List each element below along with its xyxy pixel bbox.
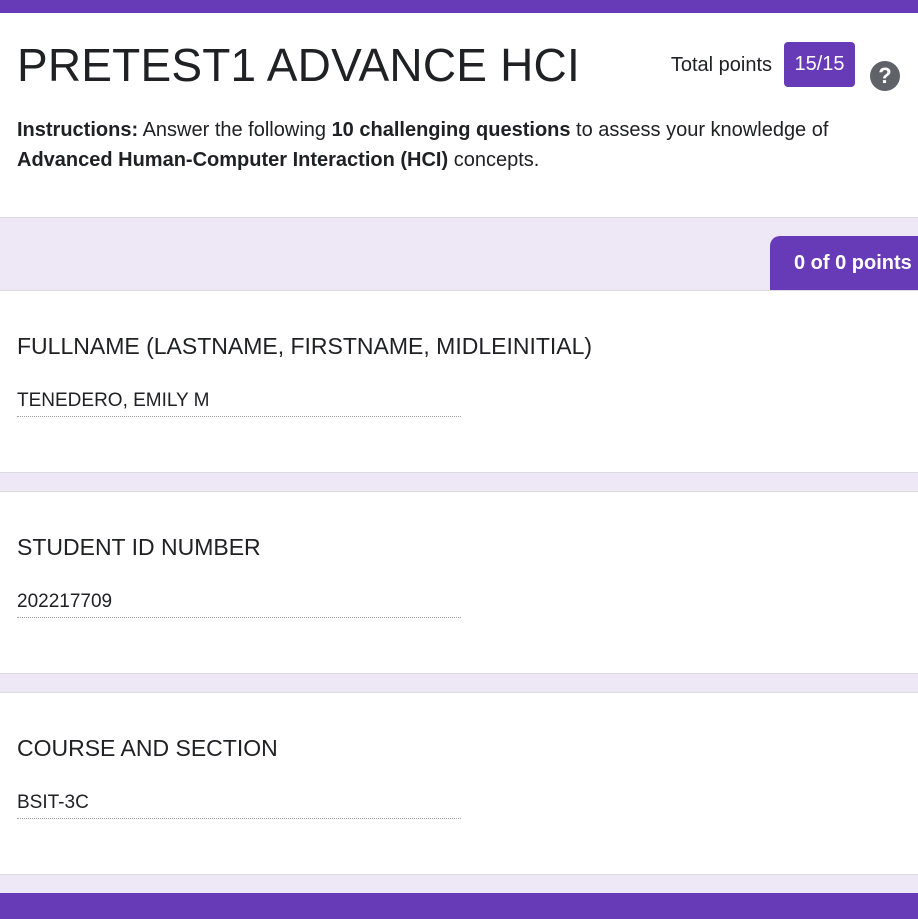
answer-field-course-section[interactable]: BSIT-3C (17, 791, 461, 819)
form-instructions: Instructions: Answer the following 10 ch… (17, 115, 907, 175)
question-title: COURSE AND SECTION (17, 735, 278, 761)
instructions-bold-1: 10 challenging questions (331, 119, 571, 141)
section-points-tab: 0 of 0 points (770, 236, 918, 290)
total-score-badge: 15/15 (784, 42, 855, 87)
instructions-label: Instructions: (17, 119, 139, 141)
form-header-card: PRETEST1 ADVANCE HCI Total points 15/15 … (0, 13, 918, 218)
theme-bottom-bar (0, 893, 918, 919)
theme-top-bar (0, 0, 918, 13)
answer-field-fullname[interactable]: TENEDERO, EMILY M (17, 389, 461, 417)
instructions-text-1: Answer the following (138, 119, 332, 141)
total-points-label: Total points (670, 54, 772, 76)
instructions-bold-2: Advanced Human-Computer Interaction (HCI… (17, 149, 449, 171)
question-card-student-id: STUDENT ID NUMBER 202217709 (0, 491, 918, 674)
question-title: STUDENT ID NUMBER (17, 534, 261, 560)
question-title: FULLNAME (LASTNAME, FIRSTNAME, MIDLEINIT… (17, 333, 593, 359)
answer-field-student-id[interactable]: 202217709 (17, 590, 461, 618)
question-card-course-section: COURSE AND SECTION BSIT-3C (0, 692, 918, 875)
instructions-text-3: concepts. (448, 149, 540, 171)
form-title: PRETEST1 ADVANCE HCI (17, 39, 580, 91)
instructions-text-2: to assess your knowledge of (570, 119, 829, 141)
help-icon[interactable]: ? (870, 61, 900, 91)
question-card-fullname: FULLNAME (LASTNAME, FIRSTNAME, MIDLEINIT… (0, 290, 918, 473)
